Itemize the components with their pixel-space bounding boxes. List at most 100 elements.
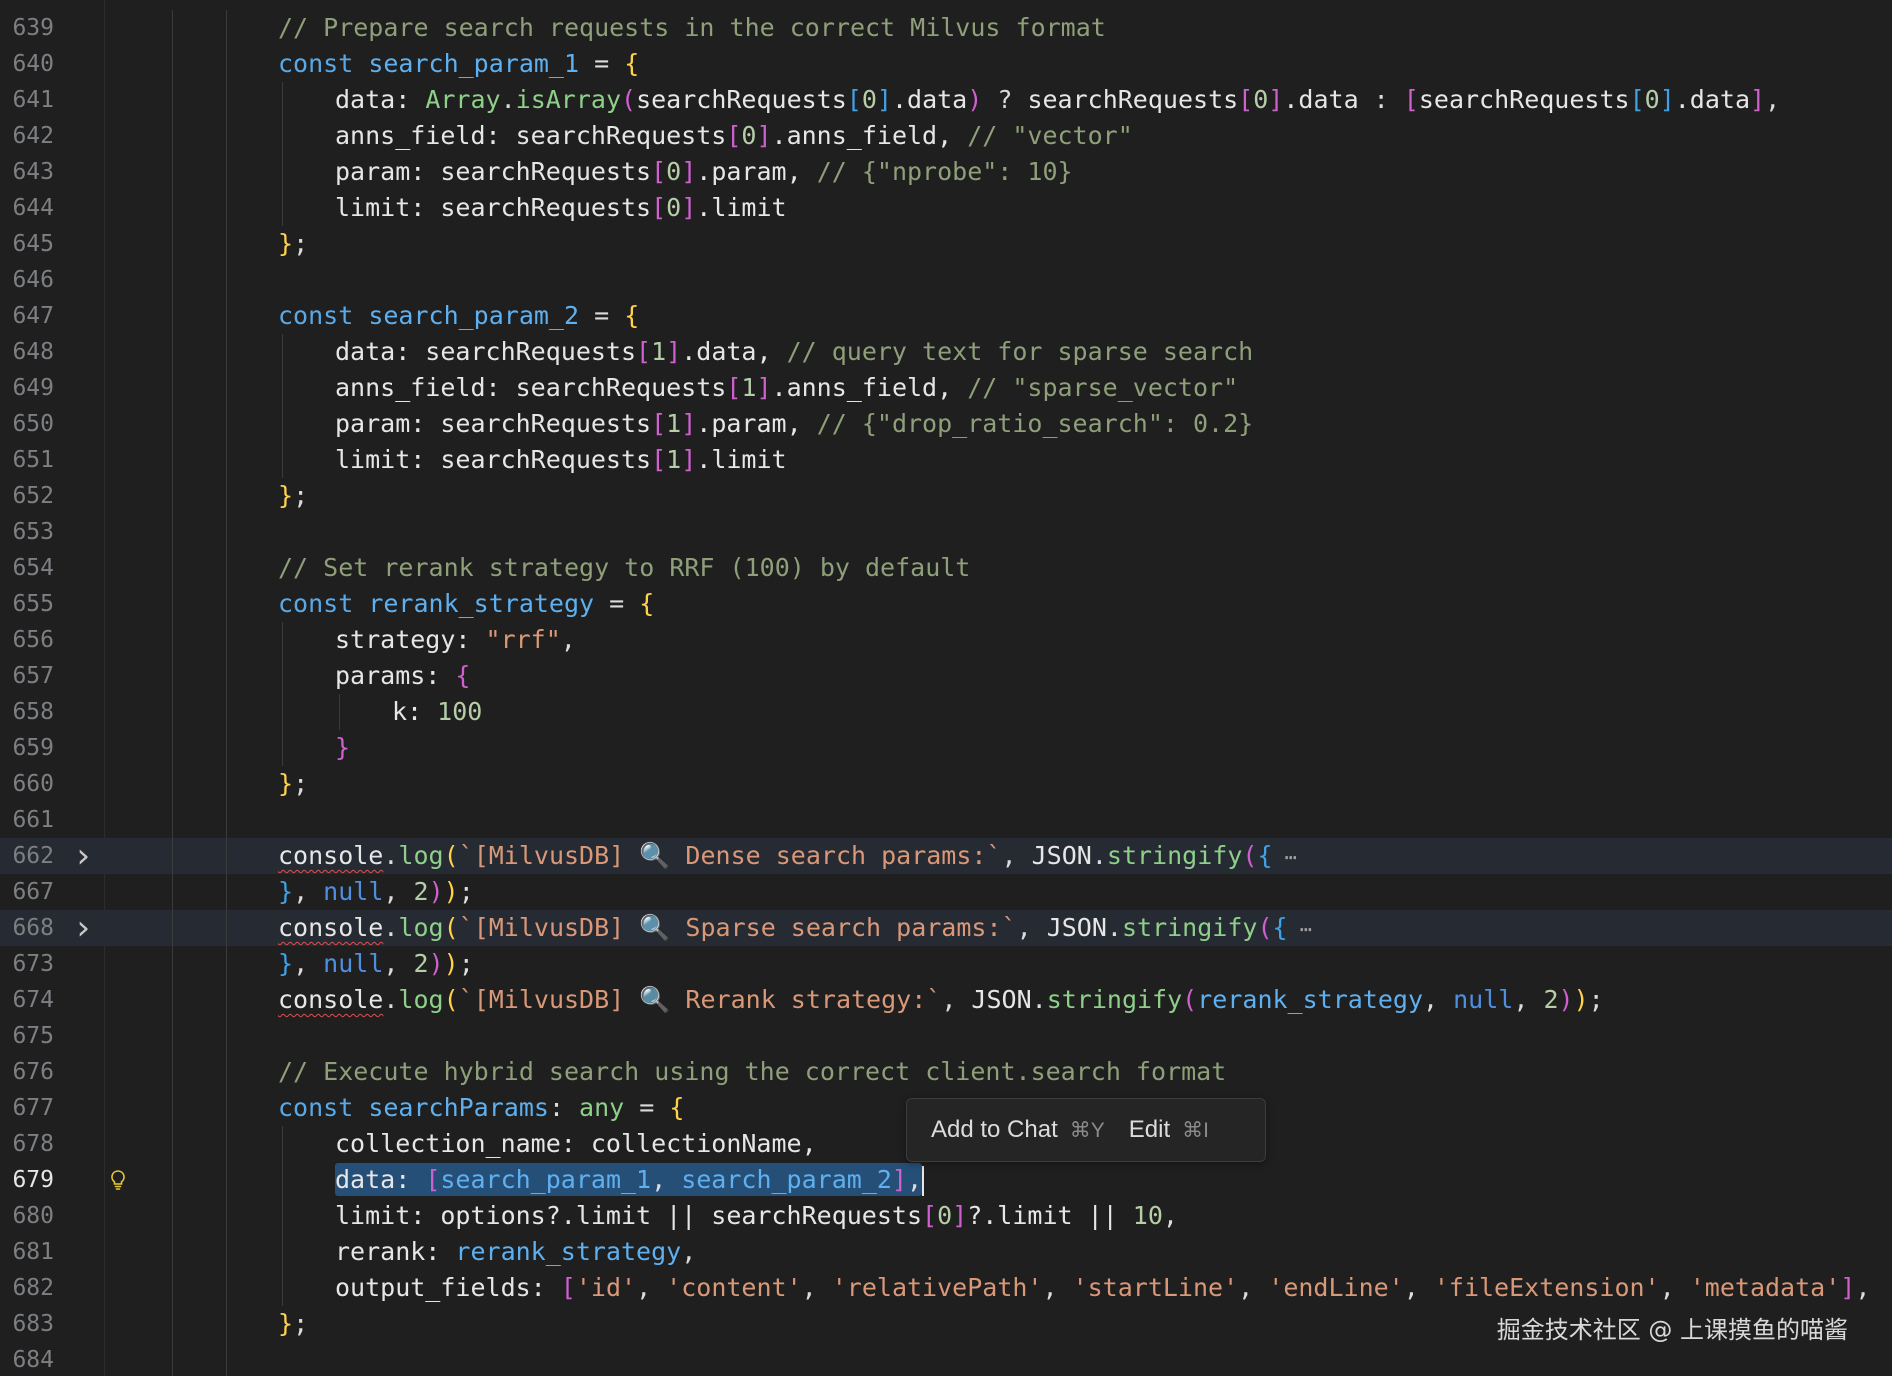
code-line[interactable]: 657 params: { <box>0 658 1892 694</box>
code-text: // Set rerank strategy to RRF (100) by d… <box>278 550 970 586</box>
code-token: [ <box>636 337 652 366</box>
indent-guide <box>226 766 227 802</box>
edit-button[interactable]: Edit ⌘I <box>1105 1116 1209 1144</box>
code-token: 10 <box>1132 1201 1163 1230</box>
code-line[interactable]: 679 data: [search_param_1, search_param_2… <box>0 1162 1892 1198</box>
code-token: ] <box>666 337 682 366</box>
code-text: } <box>335 730 350 766</box>
code-token: 'relativePath' <box>831 1273 1043 1302</box>
code-line[interactable]: 639 // Prepare search requests in the cor… <box>0 10 1892 46</box>
indent-guide <box>282 406 283 442</box>
code-text: k: 100 <box>392 694 482 730</box>
indent-guide <box>172 154 173 190</box>
code-token: .limit <box>696 193 787 222</box>
code-token: ( <box>443 841 459 870</box>
chevron-right-icon[interactable]: › <box>68 910 98 946</box>
code-token: , <box>651 1165 682 1194</box>
code-token: ; <box>458 877 474 906</box>
code-line[interactable]: 641 data: Array.isArray(searchRequests[0]… <box>0 82 1892 118</box>
code-token: const <box>278 1093 369 1122</box>
code-line[interactable]: 667}, null, 2)); <box>0 874 1892 910</box>
indent-guide <box>226 1054 227 1090</box>
code-line[interactable]: 651 limit: searchRequests[1].limit <box>0 442 1892 478</box>
text-selection: data: [search_param_1, search_param_2], <box>335 1163 923 1196</box>
indent-guide <box>226 1162 227 1198</box>
code-line[interactable]: 653 <box>0 514 1892 550</box>
code-token: ; <box>1588 985 1604 1014</box>
indent-guide <box>282 622 283 658</box>
code-token: data: searchRequests <box>335 337 637 366</box>
indent-guide <box>226 1198 227 1234</box>
code-token: , <box>941 985 972 1014</box>
code-token: ) <box>443 877 459 906</box>
code-token: ( <box>621 85 637 114</box>
line-number: 646 <box>12 267 54 293</box>
chevron-right-icon[interactable]: › <box>68 838 98 874</box>
code-token: [ <box>425 1165 441 1194</box>
code-token: [ <box>651 445 667 474</box>
code-token: [ <box>922 1201 938 1230</box>
text-cursor <box>922 1166 925 1196</box>
indent-guide <box>282 190 283 226</box>
code-line[interactable]: 649 anns_field: searchRequests[1].anns_fi… <box>0 370 1892 406</box>
code-line[interactable]: 643 param: searchRequests[0].param, // {"… <box>0 154 1892 190</box>
code-token: 0 <box>666 193 682 222</box>
code-line[interactable]: 673}, null, 2)); <box>0 946 1892 982</box>
code-line[interactable]: 652}; <box>0 478 1892 514</box>
code-token: 'startLine' <box>1072 1273 1239 1302</box>
code-line[interactable]: 655 const rerank_strategy = { <box>0 586 1892 622</box>
code-line[interactable]: 660}; <box>0 766 1892 802</box>
code-line[interactable]: 675 <box>0 1018 1892 1054</box>
code-token: ] <box>756 121 772 150</box>
code-line[interactable]: 654 // Set rerank strategy to RRF (100) b… <box>0 550 1892 586</box>
indent-guide <box>172 694 173 730</box>
line-number: 683 <box>12 1311 54 1337</box>
code-token: searchParams <box>368 1093 549 1122</box>
code-token: [ <box>1238 85 1254 114</box>
code-token: anns_field: searchRequests <box>335 121 727 150</box>
code-token: , <box>383 949 414 978</box>
code-editor[interactable]: 639 // Prepare search requests in the cor… <box>0 0 1892 1376</box>
code-line[interactable]: 648 data: searchRequests[1].data, // quer… <box>0 334 1892 370</box>
code-token: Array <box>425 85 501 114</box>
code-token: const <box>278 589 369 618</box>
code-line[interactable]: 668 › console.log(`[MilvusDB] 🔍 Sparse sea… <box>0 910 1892 946</box>
code-line[interactable]: 642 anns_field: searchRequests[0].anns_fi… <box>0 118 1892 154</box>
code-token: 1 <box>666 445 682 474</box>
code-line[interactable]: 658 k: 100 <box>0 694 1892 730</box>
lightbulb-icon[interactable] <box>106 1168 130 1192</box>
code-token: ( <box>443 985 459 1014</box>
indent-guide <box>282 694 283 730</box>
add-to-chat-button[interactable]: Add to Chat ⌘Y <box>907 1116 1105 1144</box>
code-line[interactable]: 656 strategy: "rrf", <box>0 622 1892 658</box>
code-line[interactable]: 681 rerank: rerank_strategy, <box>0 1234 1892 1270</box>
code-token: : <box>548 1093 580 1122</box>
code-token: , <box>1042 1273 1073 1302</box>
indent-guide <box>282 442 283 478</box>
code-line[interactable]: 676 // Execute hybrid search using the co… <box>0 1054 1892 1090</box>
code-token: 'endLine' <box>1268 1273 1404 1302</box>
code-line[interactable]: 644 limit: searchRequests[0].limit <box>0 190 1892 226</box>
indent-guide <box>172 1162 173 1198</box>
code-line[interactable]: 682 output_fields: ['id', 'content', 'rel… <box>0 1270 1892 1306</box>
code-line[interactable]: 659} <box>0 730 1892 766</box>
code-token: ] <box>1840 1273 1856 1302</box>
code-line[interactable]: 640 const search_param_1 = { <box>0 46 1892 82</box>
line-number: 656 <box>12 627 54 653</box>
code-token: search_param_1 <box>368 49 580 78</box>
code-line[interactable]: 650 param: searchRequests[1].param, // {"… <box>0 406 1892 442</box>
code-comment: // Set rerank strategy to RRF (100) by d… <box>278 553 971 582</box>
code-text: // Execute hybrid search using the corre… <box>278 1054 1226 1090</box>
code-line[interactable]: 647 const search_param_2 = { <box>0 298 1892 334</box>
code-line[interactable]: 645}; <box>0 226 1892 262</box>
code-line[interactable]: 680 limit: options?.limit || searchReques… <box>0 1198 1892 1234</box>
code-line[interactable]: 646 <box>0 262 1892 298</box>
code-text: limit: searchRequests[0].limit <box>335 190 787 226</box>
code-line[interactable]: 661 <box>0 802 1892 838</box>
code-token: .data <box>891 85 968 114</box>
code-line[interactable]: 674 console.log(`[MilvusDB] 🔍 Rerank stra… <box>0 982 1892 1018</box>
code-line[interactable]: 662 › console.log(`[MilvusDB] 🔍 Dense sear… <box>0 838 1892 874</box>
code-line[interactable]: 684 <box>0 1342 1892 1376</box>
code-token: rerank: <box>335 1237 456 1266</box>
indent-guide <box>172 262 173 298</box>
